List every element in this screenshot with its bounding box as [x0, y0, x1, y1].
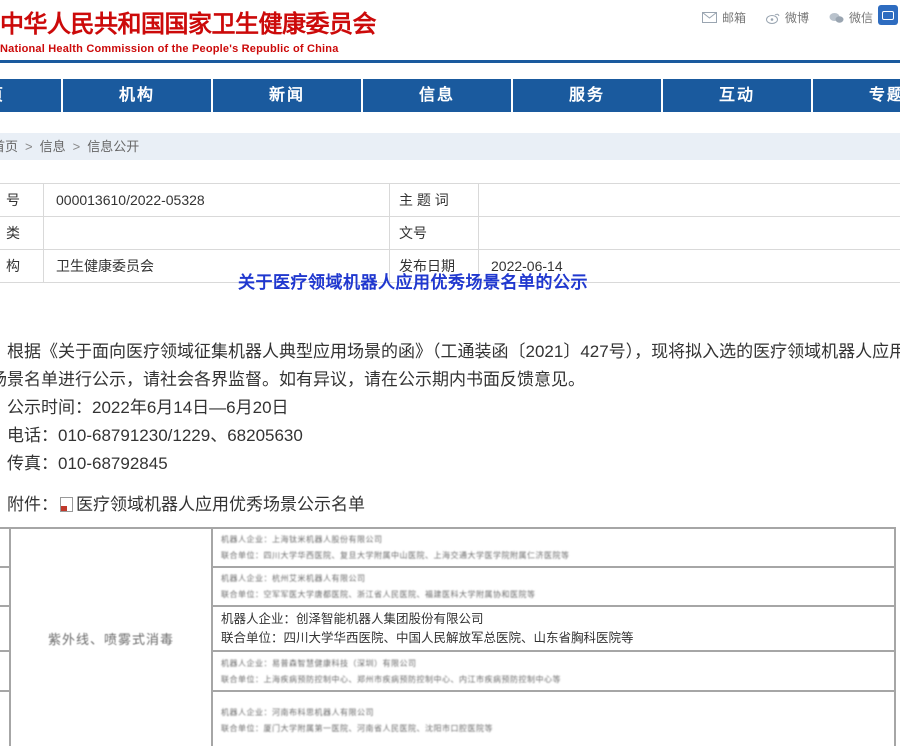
quick-link-wechat-label: 微信 — [849, 9, 873, 26]
site-title-cn: 中华人民共和国国家卫生健康委员会 — [0, 10, 376, 40]
meta-value-subject — [479, 184, 900, 217]
breadcrumb: 首页 > 信息 > 信息公开 — [0, 133, 139, 160]
attachment-prefix: 附件： — [7, 495, 58, 514]
meta-row: 主题分类 文号 — [0, 217, 900, 250]
meta-value-category — [44, 217, 390, 250]
page-title: 关于医疗领域机器人应用优秀场景名单的公示 — [0, 268, 900, 298]
scene-row: 紫外线、喷雾式消毒 机器人企业：上海钛米机器人股份有限公司 联合单位：四川大学华… — [0, 528, 895, 567]
quick-link-mail[interactable]: 邮箱 — [702, 9, 746, 26]
meta-value-index: 000013610/2022-05328 — [44, 184, 390, 217]
header-quick-links: 邮箱 微博 微信 — [702, 9, 873, 26]
weibo-icon — [766, 12, 780, 24]
nav-item-topics[interactable]: 专题 — [813, 79, 900, 112]
wechat-icon — [829, 12, 844, 24]
scene-company-cell: 机器人企业：上海钛米机器人股份有限公司 联合单位：四川大学华西医院、复旦大学附属… — [212, 528, 895, 567]
quick-link-mail-label: 邮箱 — [722, 9, 746, 26]
scene-number-cell — [0, 606, 10, 651]
meta-label-category: 主题分类 — [0, 223, 20, 243]
phone-line: 电话：010-68791230/1229、68205630 — [0, 422, 900, 450]
nav-item-info[interactable]: 信息 — [363, 79, 513, 112]
scene-company-cell: 机器人企业：创泽智能机器人集团股份有限公司 联合单位：四川大学华西医院、中国人民… — [212, 606, 895, 651]
article-body: 根据《关于面向医疗领域征集机器人典型应用场景的函》（工通装函〔2021〕427号… — [0, 338, 900, 478]
partners-line: 联合单位：四川大学华西医院、复旦大学附属中山医院、上海交通大学医学院附属仁济医院… — [221, 548, 886, 564]
meta-label-subject: 主 题 词 — [390, 184, 479, 217]
header-divider — [0, 60, 900, 63]
breadcrumb-link-home[interactable]: 首页 — [0, 139, 18, 154]
partners-line: 联合单位：空军军医大学唐都医院、浙江省人民医院、福建医科大学附属协和医院等 — [221, 587, 886, 603]
company-line: 机器人企业：杭州艾米机器人有限公司 — [221, 571, 886, 587]
scene-company-cell: 机器人企业：杭州艾米机器人有限公司 联合单位：空军军医大学唐都医院、浙江省人民医… — [212, 567, 895, 606]
scene-number-cell — [0, 691, 10, 746]
partners-line: 联合单位：上海疾病预防控制中心、郑州市疾病预防控制中心、内江市疾病预防控制中心等 — [221, 672, 886, 688]
quick-link-weibo[interactable]: 微博 — [766, 9, 809, 26]
quick-link-wechat[interactable]: 微信 — [829, 9, 873, 26]
scene-company-cell: 机器人企业：河南布科思机器人有限公司 联合单位：厦门大学附属第一医院、河南省人民… — [212, 691, 895, 746]
company-line: 机器人企业：河南布科思机器人有限公司 — [221, 705, 886, 721]
meta-row: 索引号 000013610/2022-05328 主 题 词 — [0, 184, 900, 217]
partners-line: 联合单位：四川大学华西医院、中国人民解放军总医院、山东省胸科医院等 — [221, 629, 886, 648]
scene-list-table: 紫外线、喷雾式消毒 机器人企业：上海钛米机器人股份有限公司 联合单位：四川大学华… — [0, 527, 896, 746]
breadcrumb-separator: > — [25, 139, 33, 154]
page: 中华人民共和国国家卫生健康委员会 National Health Commiss… — [0, 0, 900, 746]
site-logo: 中华人民共和国国家卫生健康委员会 National Health Commiss… — [0, 10, 376, 55]
nav-item-home[interactable]: 首页 — [0, 79, 63, 112]
scene-company-cell: 机器人企业：易普森智慧健康科技（深圳）有限公司 联合单位：上海疾病预防控制中心、… — [212, 651, 895, 691]
company-line: 机器人企业：上海钛米机器人股份有限公司 — [221, 532, 886, 548]
main-nav: 首页 机构 新闻 信息 服务 互动 专题 — [0, 79, 900, 112]
corner-blue-badge[interactable] — [878, 5, 898, 25]
nav-item-interact[interactable]: 互动 — [663, 79, 813, 112]
scene-category-label: 紫外线、喷雾式消毒 — [11, 629, 211, 648]
mail-icon — [702, 12, 717, 23]
scene-category-cell: 紫外线、喷雾式消毒 — [10, 528, 212, 746]
quick-link-weibo-label: 微博 — [785, 9, 809, 26]
nav-item-news[interactable]: 新闻 — [213, 79, 363, 112]
pdf-doc-icon — [60, 497, 73, 512]
breadcrumb-separator: > — [73, 139, 81, 154]
breadcrumb-band: 首页 > 信息 > 信息公开 — [0, 133, 900, 160]
company-line: 机器人企业：易普森智慧健康科技（深圳）有限公司 — [221, 656, 886, 672]
site-title-en: National Health Commission of the People… — [0, 43, 376, 55]
announcement-period-line: 公示时间：2022年6月14日—6月20日 — [0, 394, 900, 422]
scene-number-cell — [0, 651, 10, 691]
attachment-link[interactable]: 医疗领域机器人应用优秀场景公示名单 — [76, 495, 365, 514]
partners-line: 联合单位：厦门大学附属第一医院、河南省人民医院、沈阳市口腔医院等 — [221, 721, 886, 737]
scene-number-cell — [0, 567, 10, 606]
meta-value-doc-number — [479, 217, 900, 250]
attachment-line: 附件： 医疗领域机器人应用优秀场景公示名单 — [0, 491, 900, 519]
meta-label-doc-number: 文号 — [390, 217, 479, 250]
breadcrumb-link-info[interactable]: 信息 — [40, 139, 66, 154]
nav-item-orgs[interactable]: 机构 — [63, 79, 213, 112]
nav-item-service[interactable]: 服务 — [513, 79, 663, 112]
company-line: 机器人企业：创泽智能机器人集团股份有限公司 — [221, 610, 886, 629]
meta-label-index: 索引号 — [0, 190, 20, 210]
article-paragraph: 根据《关于面向医疗领域征集机器人典型应用场景的函》（工通装函〔2021〕427号… — [0, 338, 900, 394]
scene-number-cell — [0, 528, 10, 567]
fax-line: 传真：010-68792845 — [0, 450, 900, 478]
breadcrumb-current[interactable]: 信息公开 — [87, 139, 139, 154]
